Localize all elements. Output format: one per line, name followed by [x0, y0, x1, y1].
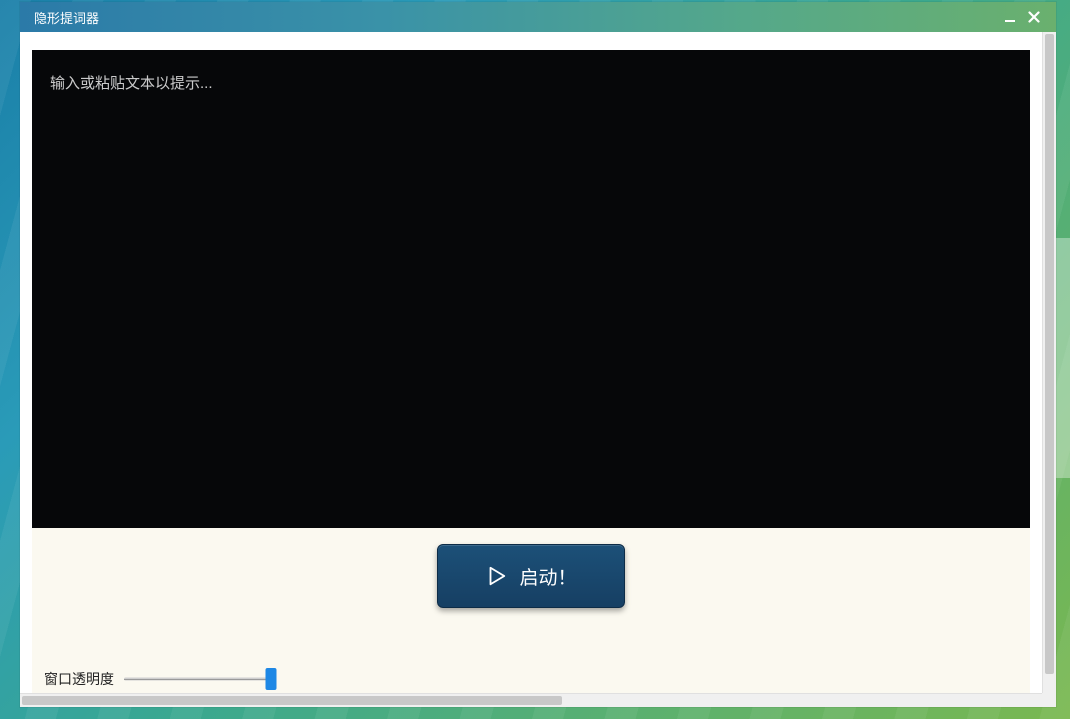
- scrollbar-corner: [1042, 693, 1056, 707]
- slider-track: [124, 678, 274, 681]
- play-icon: [485, 565, 507, 587]
- close-icon: [1028, 11, 1040, 23]
- content-panel: 启动！ 窗口透明度: [20, 32, 1042, 707]
- minimize-icon: [1004, 11, 1016, 23]
- titlebar[interactable]: 隐形提词器: [20, 2, 1056, 32]
- controls-panel: 启动！ 窗口透明度: [32, 528, 1030, 699]
- vertical-scrollbar[interactable]: [1042, 32, 1056, 693]
- opacity-slider[interactable]: [124, 669, 274, 689]
- start-button[interactable]: 启动！: [437, 544, 625, 608]
- prompt-text-input[interactable]: [32, 50, 1030, 528]
- app-window: 隐形提词器 启动！ 窗口: [20, 2, 1056, 707]
- opacity-control-row: 窗口透明度: [44, 669, 274, 689]
- client-area: 启动！ 窗口透明度: [20, 32, 1056, 707]
- window-title: 隐形提词器: [34, 8, 998, 27]
- horizontal-scrollbar-thumb[interactable]: [22, 696, 562, 705]
- opacity-label: 窗口透明度: [44, 669, 114, 689]
- close-button[interactable]: [1022, 5, 1046, 29]
- vertical-scrollbar-thumb[interactable]: [1045, 34, 1054, 674]
- slider-thumb[interactable]: [266, 668, 277, 690]
- minimize-button[interactable]: [998, 5, 1022, 29]
- background-window-peek: [1056, 238, 1070, 478]
- start-button-label: 启动！: [519, 563, 576, 590]
- slider-track-inner: [124, 679, 274, 680]
- horizontal-scrollbar[interactable]: [20, 693, 1042, 707]
